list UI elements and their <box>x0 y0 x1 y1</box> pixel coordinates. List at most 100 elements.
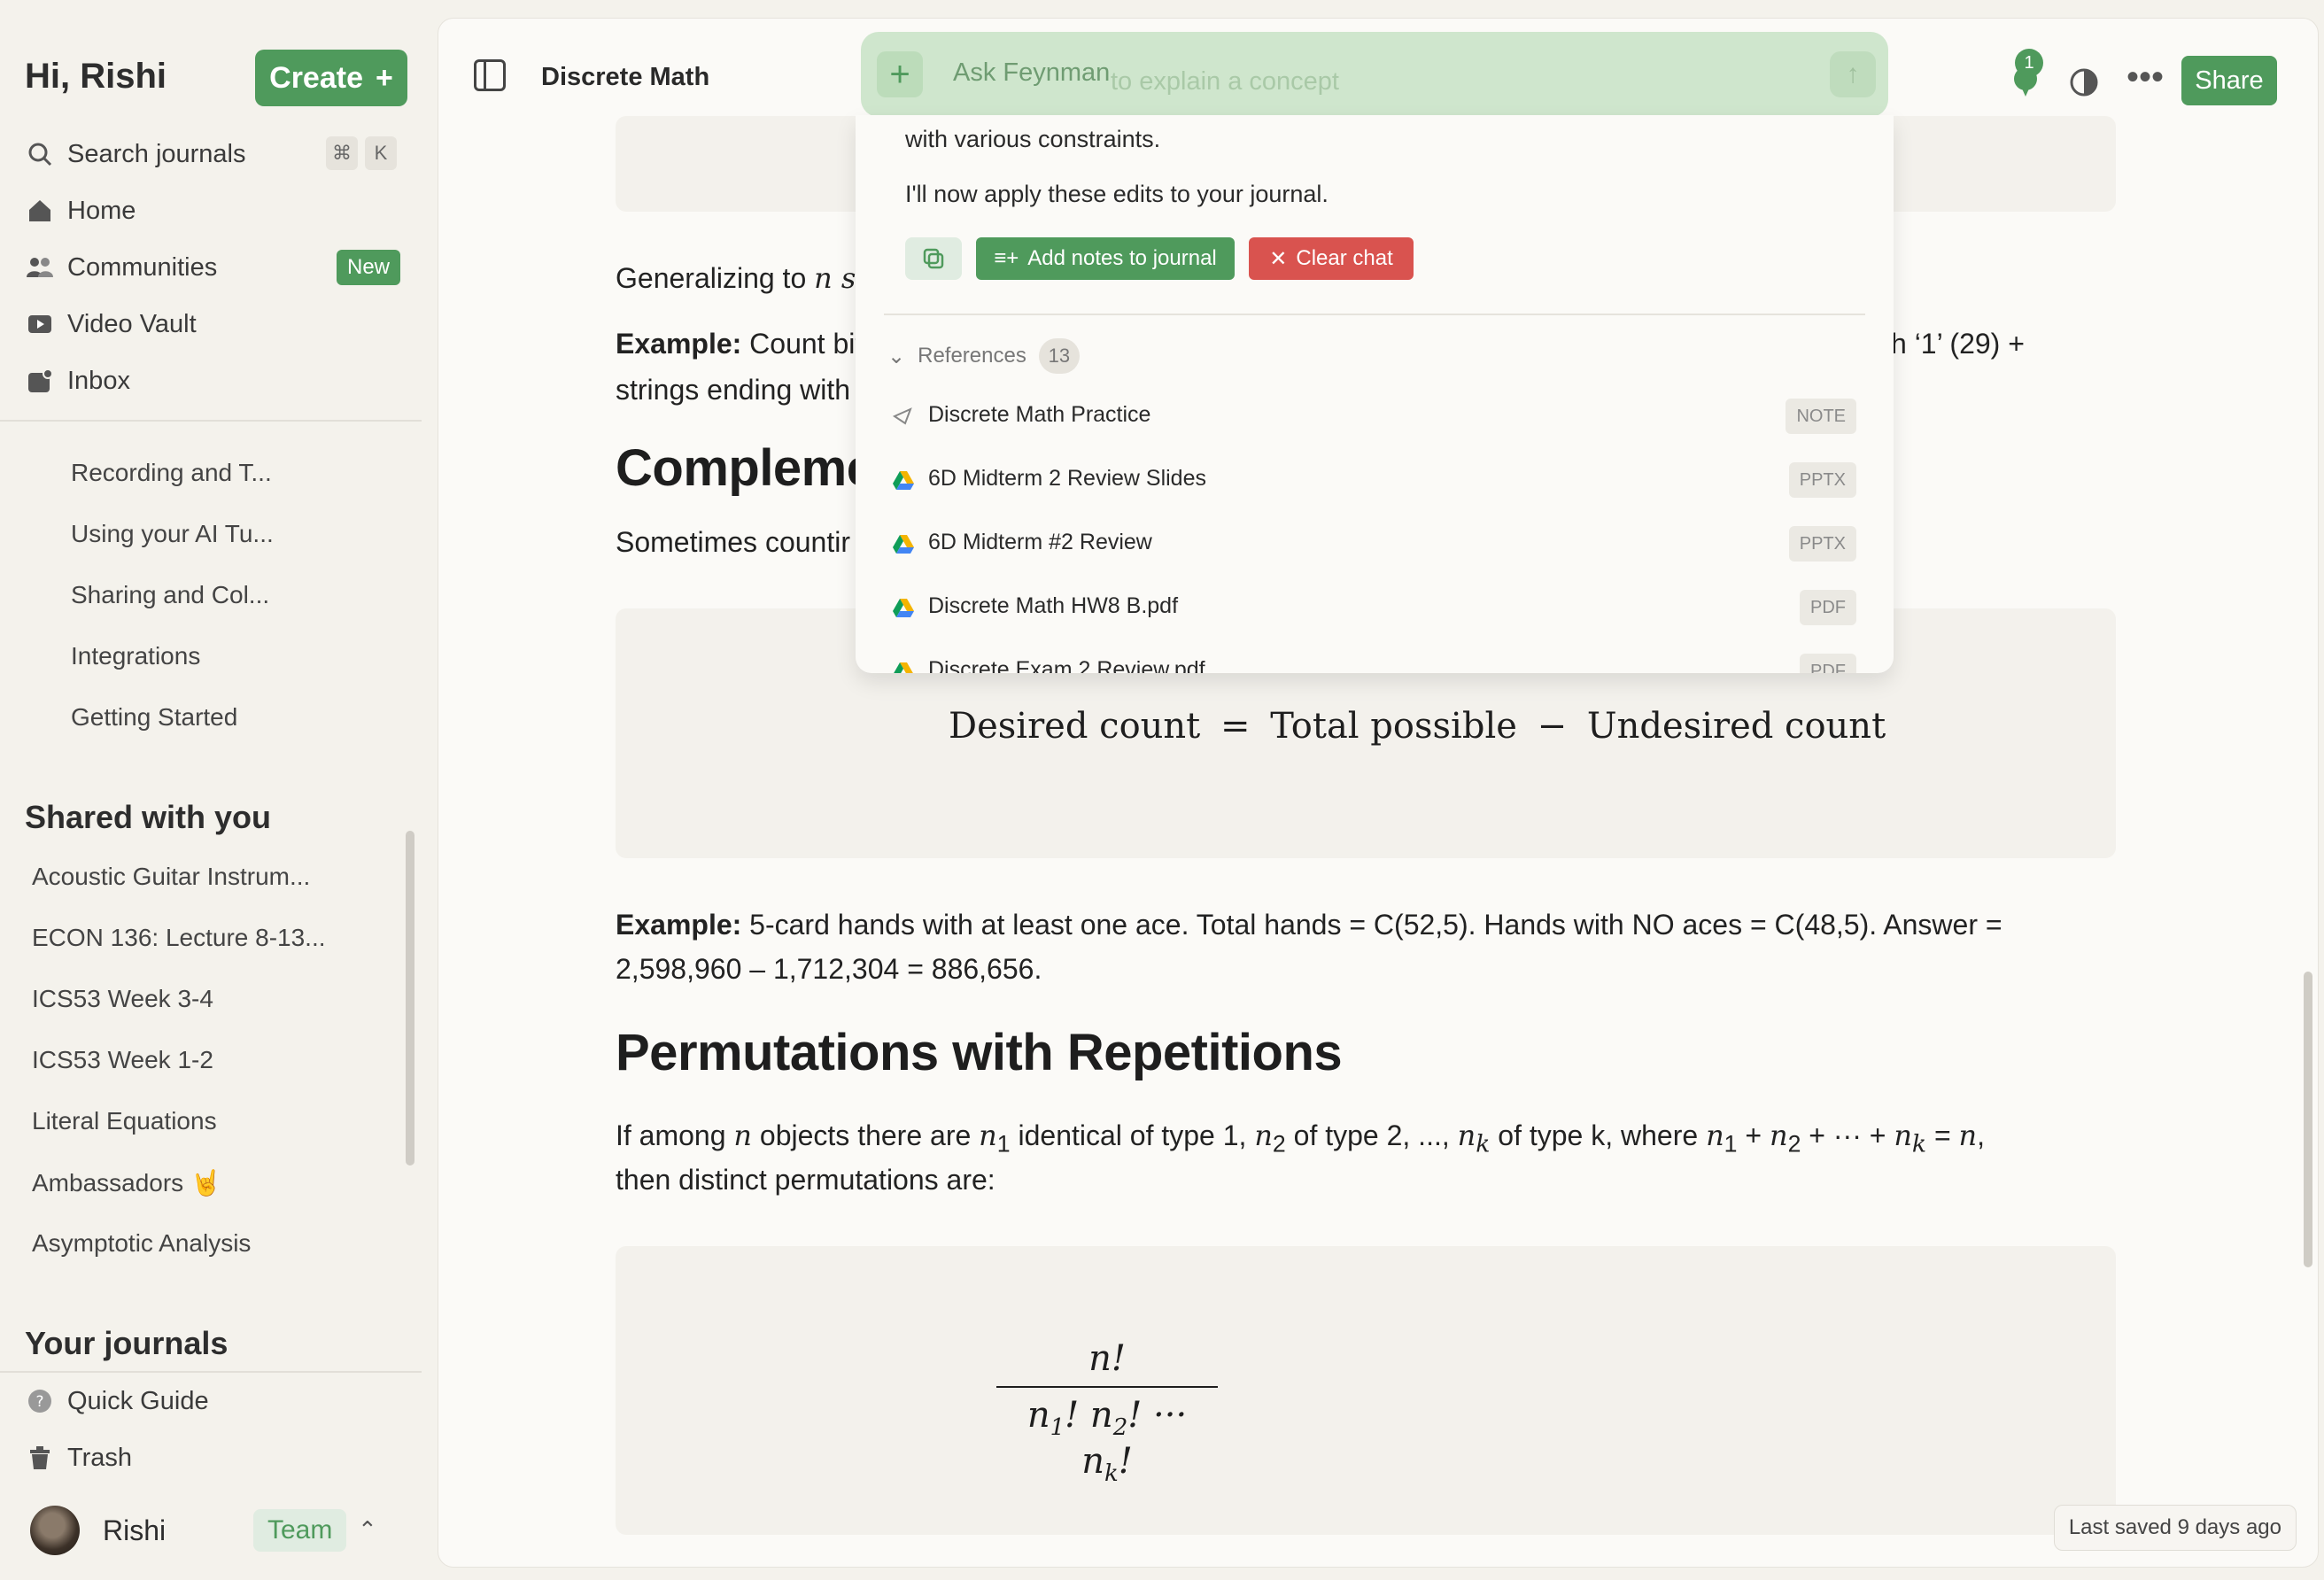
shared-item[interactable]: Asymptotic Analysis <box>32 1229 251 1258</box>
sidebar-subitem[interactable]: Sharing and Col... <box>71 581 269 609</box>
add-notes-label: Add notes to journal <box>1027 246 1217 270</box>
search-journals[interactable]: Search journals <box>25 131 246 177</box>
example-text: Count bit <box>749 328 864 360</box>
clear-chat-button[interactable]: ✕ Clear chat <box>1249 237 1414 280</box>
more-icon[interactable]: ••• <box>2126 58 2164 97</box>
doc-paragraph: strings ending with <box>616 374 851 406</box>
reference-name: Discrete Exam 2 Review.pdf <box>928 657 1205 673</box>
ask-bar: + Ask Feynman to explain a concept ↑ <box>861 32 1888 117</box>
sidebar-item-home[interactable]: Home <box>25 188 136 234</box>
create-button[interactable]: Create + <box>255 50 407 106</box>
add-attachment-button[interactable]: + <box>877 51 923 97</box>
search-icon <box>25 139 55 169</box>
search-label: Search journals <box>67 139 246 168</box>
shortcut-cmd: ⌘ <box>326 136 358 170</box>
theme-icon[interactable] <box>2068 65 2100 106</box>
ask-ghost-text: to explain a concept <box>1111 67 1339 96</box>
doc-paragraph-tail: h ‘1’ (29) + <box>1891 328 2025 360</box>
create-label: Create <box>269 60 363 95</box>
doc-paragraph: Example: 5-card hands with at least one … <box>616 902 2003 947</box>
video-icon <box>25 309 55 339</box>
shared-section-title: Shared with you <box>25 799 272 835</box>
sidebar-item-video-vault[interactable]: Video Vault <box>25 301 197 347</box>
generalizing-text: Generalizing to <box>616 262 807 294</box>
formula-op: − <box>1537 706 1568 747</box>
reference-name: Discrete Math HW8 B.pdf <box>928 593 1179 618</box>
sidebar-item-trash[interactable]: Trash <box>25 1435 132 1481</box>
shared-item[interactable]: ECON 136: Lecture 8-13... <box>32 924 326 952</box>
copy-button[interactable] <box>905 237 962 280</box>
sidebar-item-communities[interactable]: Communities <box>25 244 217 290</box>
formula-term: Desired count <box>949 706 1201 747</box>
communities-icon <box>25 252 55 283</box>
reference-type: PPTX <box>1788 462 1856 498</box>
reference-item[interactable]: 6D Midterm 2 Review Slides PPTX <box>891 457 1856 503</box>
references-label: References <box>918 344 1026 368</box>
sidebar-subitem[interactable]: Recording and T... <box>71 459 272 487</box>
doc-paragraph: Example: Count bit <box>616 321 863 366</box>
sidebar-subitem[interactable]: Integrations <box>71 642 200 670</box>
doc-paragraph: 2,598,960 – 1,712,304 = 886,656. <box>616 953 1042 985</box>
example-label: Example: <box>616 909 742 941</box>
sidebar-scrollbar[interactable] <box>406 831 414 1166</box>
share-button[interactable]: Share <box>2181 56 2277 105</box>
formula-op: = <box>1220 706 1251 747</box>
google-drive-icon <box>893 599 914 617</box>
reference-type: NOTE <box>1786 399 1856 434</box>
reference-item[interactable]: 6D Midterm #2 Review PPTX <box>891 521 1856 567</box>
sidebar-item-label: Communities <box>67 252 218 282</box>
sidebar-toggle-icon[interactable] <box>474 59 506 91</box>
reference-item[interactable]: Discrete Math Practice NOTE <box>891 393 1856 439</box>
clear-chat-label: Clear chat <box>1296 246 1393 270</box>
section-heading: Permutations with Repetitions <box>616 1024 1343 1081</box>
page-title: Discrete Math <box>541 63 710 91</box>
sidebar-subitem[interactable]: Using your AI Tu... <box>71 520 274 548</box>
formula-term: Undesired count <box>1586 706 1886 747</box>
note-icon <box>892 407 912 425</box>
sidebar-item-label: Home <box>67 196 136 225</box>
doc-paragraph: Sometimes countir <box>616 526 850 558</box>
plan-badge: Team <box>253 1509 347 1552</box>
avatar <box>30 1506 80 1555</box>
trash-icon <box>25 1443 55 1473</box>
sidebar-item-label: Quick Guide <box>67 1386 209 1415</box>
chevron-up-icon[interactable]: ⌃ <box>358 1516 377 1544</box>
sidebar-item-inbox[interactable]: Inbox <box>25 358 130 404</box>
google-drive-icon <box>893 535 914 554</box>
shared-item[interactable]: Acoustic Guitar Instrum... <box>32 863 310 891</box>
panel-divider <box>884 314 1865 315</box>
journals-section-title: Your journals <box>25 1325 229 1361</box>
ask-input[interactable]: Ask Feynman <box>953 58 1110 88</box>
shared-item[interactable]: Literal Equations <box>32 1107 217 1135</box>
shared-item[interactable]: ICS53 Week 1-2 <box>32 1046 213 1074</box>
doc-paragraph: then distinct permutations are: <box>616 1164 995 1196</box>
reference-item[interactable]: Discrete Exam 2 Review.pdf PDF <box>891 648 1856 673</box>
sidebar-subitem[interactable]: Getting Started <box>71 703 237 732</box>
reference-item[interactable]: Discrete Math HW8 B.pdf PDF <box>891 585 1856 631</box>
home-icon <box>25 196 55 226</box>
send-button[interactable]: ↑ <box>1830 51 1876 97</box>
math-var: n s <box>814 261 856 295</box>
add-notes-icon: ≡+ <box>994 246 1019 270</box>
main-scrollbar[interactable] <box>2304 972 2312 1267</box>
close-icon: ✕ <box>1269 246 1288 271</box>
reference-type: PDF <box>1800 590 1856 625</box>
shared-item[interactable]: ICS53 Week 3-4 <box>32 985 213 1013</box>
svg-text:?: ? <box>35 1393 43 1411</box>
reference-name: 6D Midterm 2 Review Slides <box>928 466 1206 491</box>
sidebar-divider <box>0 420 422 422</box>
shared-item[interactable]: Ambassadors 🤘 <box>32 1168 221 1197</box>
sidebar: Hi, Rishi Create + Search journals ⌘ K H… <box>0 0 434 1580</box>
user-menu[interactable]: Rishi Team ⌃ <box>30 1502 402 1559</box>
add-notes-button[interactable]: ≡+ Add notes to journal <box>976 237 1235 280</box>
new-badge: New <box>337 250 401 285</box>
chevron-down-icon: ⌄ <box>887 344 906 368</box>
save-status: Last saved 9 days ago <box>2053 1505 2297 1551</box>
shortcut-k: K <box>365 136 397 170</box>
sidebar-item-label: Inbox <box>67 366 130 395</box>
notification-badge: 1 <box>2015 49 2043 77</box>
sidebar-item-quick-guide[interactable]: ? Quick Guide <box>25 1378 209 1424</box>
references-toggle[interactable]: ⌄ References 13 <box>887 338 1080 374</box>
sidebar-item-label: Trash <box>67 1443 133 1472</box>
multinomial-formula: n! n1! n2! ··· nk! <box>996 1338 1218 1487</box>
